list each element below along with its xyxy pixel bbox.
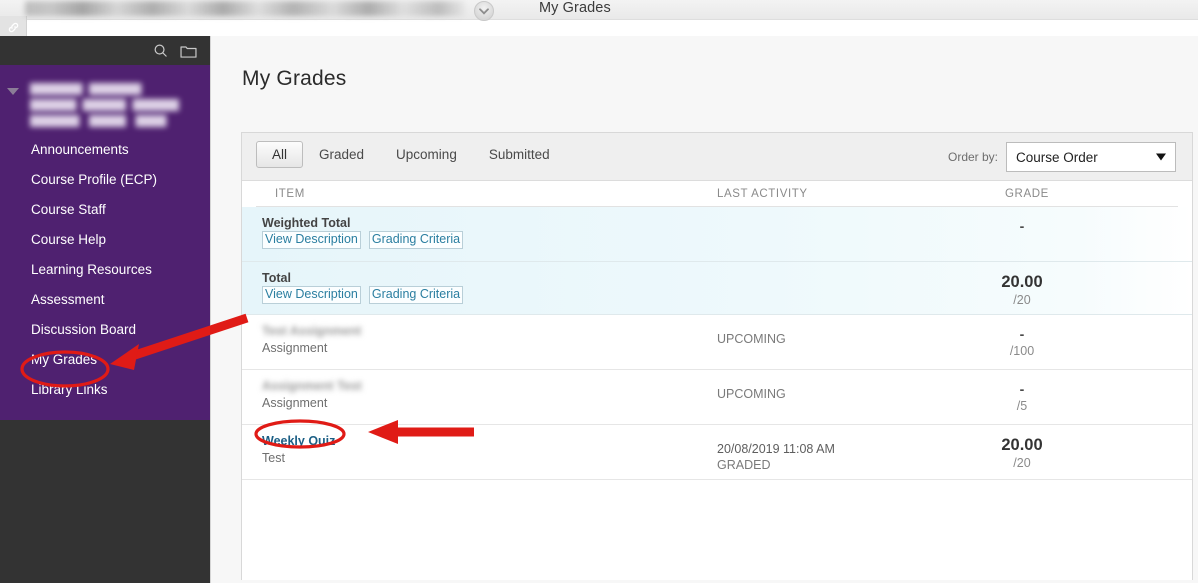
table-row[interactable]: Total View Description Grading Criteria … <box>242 262 1192 315</box>
grade-score: - <box>1019 381 1025 397</box>
sidebar-item-course-staff[interactable]: Course Staff <box>0 195 210 225</box>
table-row[interactable]: Test Assignment Assignment UPCOMING - /1… <box>242 315 1192 370</box>
search-icon[interactable] <box>153 43 168 58</box>
column-header-grade: GRADE <box>1005 188 1049 200</box>
row-subtitle: Test <box>262 451 285 465</box>
row-title-weekly-quiz[interactable]: Weekly Quiz <box>262 434 335 448</box>
grade-score: - <box>1019 326 1025 342</box>
row-subtitle: Assignment <box>262 341 328 355</box>
grade-points: /20 <box>1013 456 1031 470</box>
sidebar-item-discussion-board[interactable]: Discussion Board <box>0 315 210 345</box>
grades-panel: All Graded Upcoming Submitted Order by: … <box>241 132 1193 580</box>
row-title: Test Assignment <box>262 324 362 338</box>
grade-points: /100 <box>1009 344 1035 358</box>
row-title: Total <box>262 271 291 285</box>
chevron-down-icon <box>1156 153 1166 161</box>
column-header-item: ITEM <box>275 188 305 200</box>
chevron-down-circle-icon[interactable] <box>474 1 494 21</box>
row-title: Weighted Total <box>262 216 351 230</box>
row-activity: UPCOMING <box>717 331 786 347</box>
main-content: My Grades All Graded Upcoming Submitted … <box>210 36 1198 583</box>
row-links: View Description Grading Criteria <box>262 231 464 249</box>
breadcrumb: My Grades <box>539 0 611 16</box>
page-title: My Grades <box>242 67 347 90</box>
grading-criteria-link[interactable]: Grading Criteria <box>368 231 464 249</box>
view-description-link[interactable]: View Description <box>262 231 361 249</box>
filter-tabs: All Graded Upcoming Submitted <box>256 141 566 168</box>
column-header-last-activity: LAST ACTIVITY <box>717 188 808 200</box>
grade-points: /20 <box>1013 293 1031 307</box>
row-grade: - /5 <box>942 380 1102 414</box>
folder-icon[interactable] <box>180 44 197 58</box>
row-grade: - /100 <box>942 325 1102 359</box>
grade-score: - <box>1019 218 1025 234</box>
grade-score: 20.00 <box>1001 273 1043 291</box>
sidebar-item-my-grades[interactable]: My Grades <box>0 345 210 375</box>
table-column-headers: ITEM LAST ACTIVITY GRADE <box>242 181 1192 207</box>
browser-top-bar: My Grades <box>0 0 1198 39</box>
row-activity-date: 20/08/2019 11:08 AM <box>717 442 835 456</box>
order-by-value: Course Order <box>1016 149 1098 165</box>
view-description-link[interactable]: View Description <box>262 286 361 304</box>
sidebar-toolbar <box>0 36 210 65</box>
row-status: GRADED <box>717 458 771 472</box>
sidebar-item-course-help[interactable]: Course Help <box>0 225 210 255</box>
triangle-down-icon[interactable] <box>7 88 19 95</box>
sidebar-item-library-links[interactable]: Library Links <box>0 375 210 405</box>
row-grade: - <box>942 217 1102 236</box>
tab-all[interactable]: All <box>256 141 304 168</box>
course-menu: Announcements Course Profile (ECP) Cours… <box>0 65 210 420</box>
order-by-select[interactable]: Course Order <box>1006 142 1176 172</box>
row-activity: 20/08/2019 11:08 AM GRADED <box>717 441 835 473</box>
sidebar-item-learning-resources[interactable]: Learning Resources <box>0 255 210 285</box>
course-name-blurred <box>25 1 465 16</box>
sidebar-item-course-profile[interactable]: Course Profile (ECP) <box>0 165 210 195</box>
row-grade: 20.00 /20 <box>942 435 1102 471</box>
order-by-group: Order by: Course Order <box>948 142 1176 172</box>
grading-criteria-link[interactable]: Grading Criteria <box>368 286 464 304</box>
row-grade: 20.00 /20 <box>942 272 1102 308</box>
row-links: View Description Grading Criteria <box>262 286 464 304</box>
table-row[interactable]: Assignment Test Assignment UPCOMING - /5 <box>242 370 1192 425</box>
table-row[interactable]: Weighted Total View Description Grading … <box>242 207 1192 262</box>
row-activity: UPCOMING <box>717 386 786 402</box>
tab-upcoming[interactable]: Upcoming <box>380 141 473 168</box>
course-title-row[interactable] <box>0 75 210 135</box>
tab-submitted[interactable]: Submitted <box>473 141 566 168</box>
tab-graded[interactable]: Graded <box>303 141 380 168</box>
order-by-label: Order by: <box>947 150 998 164</box>
row-subtitle: Assignment <box>262 396 328 410</box>
row-status: UPCOMING <box>717 387 786 401</box>
grade-points: /5 <box>1016 399 1028 413</box>
grades-toolbar: All Graded Upcoming Submitted Order by: … <box>242 133 1192 181</box>
course-title-blurred <box>30 83 185 131</box>
row-title: Assignment Test <box>262 379 362 393</box>
grade-score: 20.00 <box>1001 436 1043 454</box>
row-status: UPCOMING <box>717 332 786 346</box>
sidebar-item-assessment[interactable]: Assessment <box>0 285 210 315</box>
table-row[interactable]: Weekly Quiz Test 20/08/2019 11:08 AM GRA… <box>242 425 1192 480</box>
sidebar-item-announcements[interactable]: Announcements <box>0 135 210 165</box>
left-sidebar: Announcements Course Profile (ECP) Cours… <box>0 36 210 583</box>
